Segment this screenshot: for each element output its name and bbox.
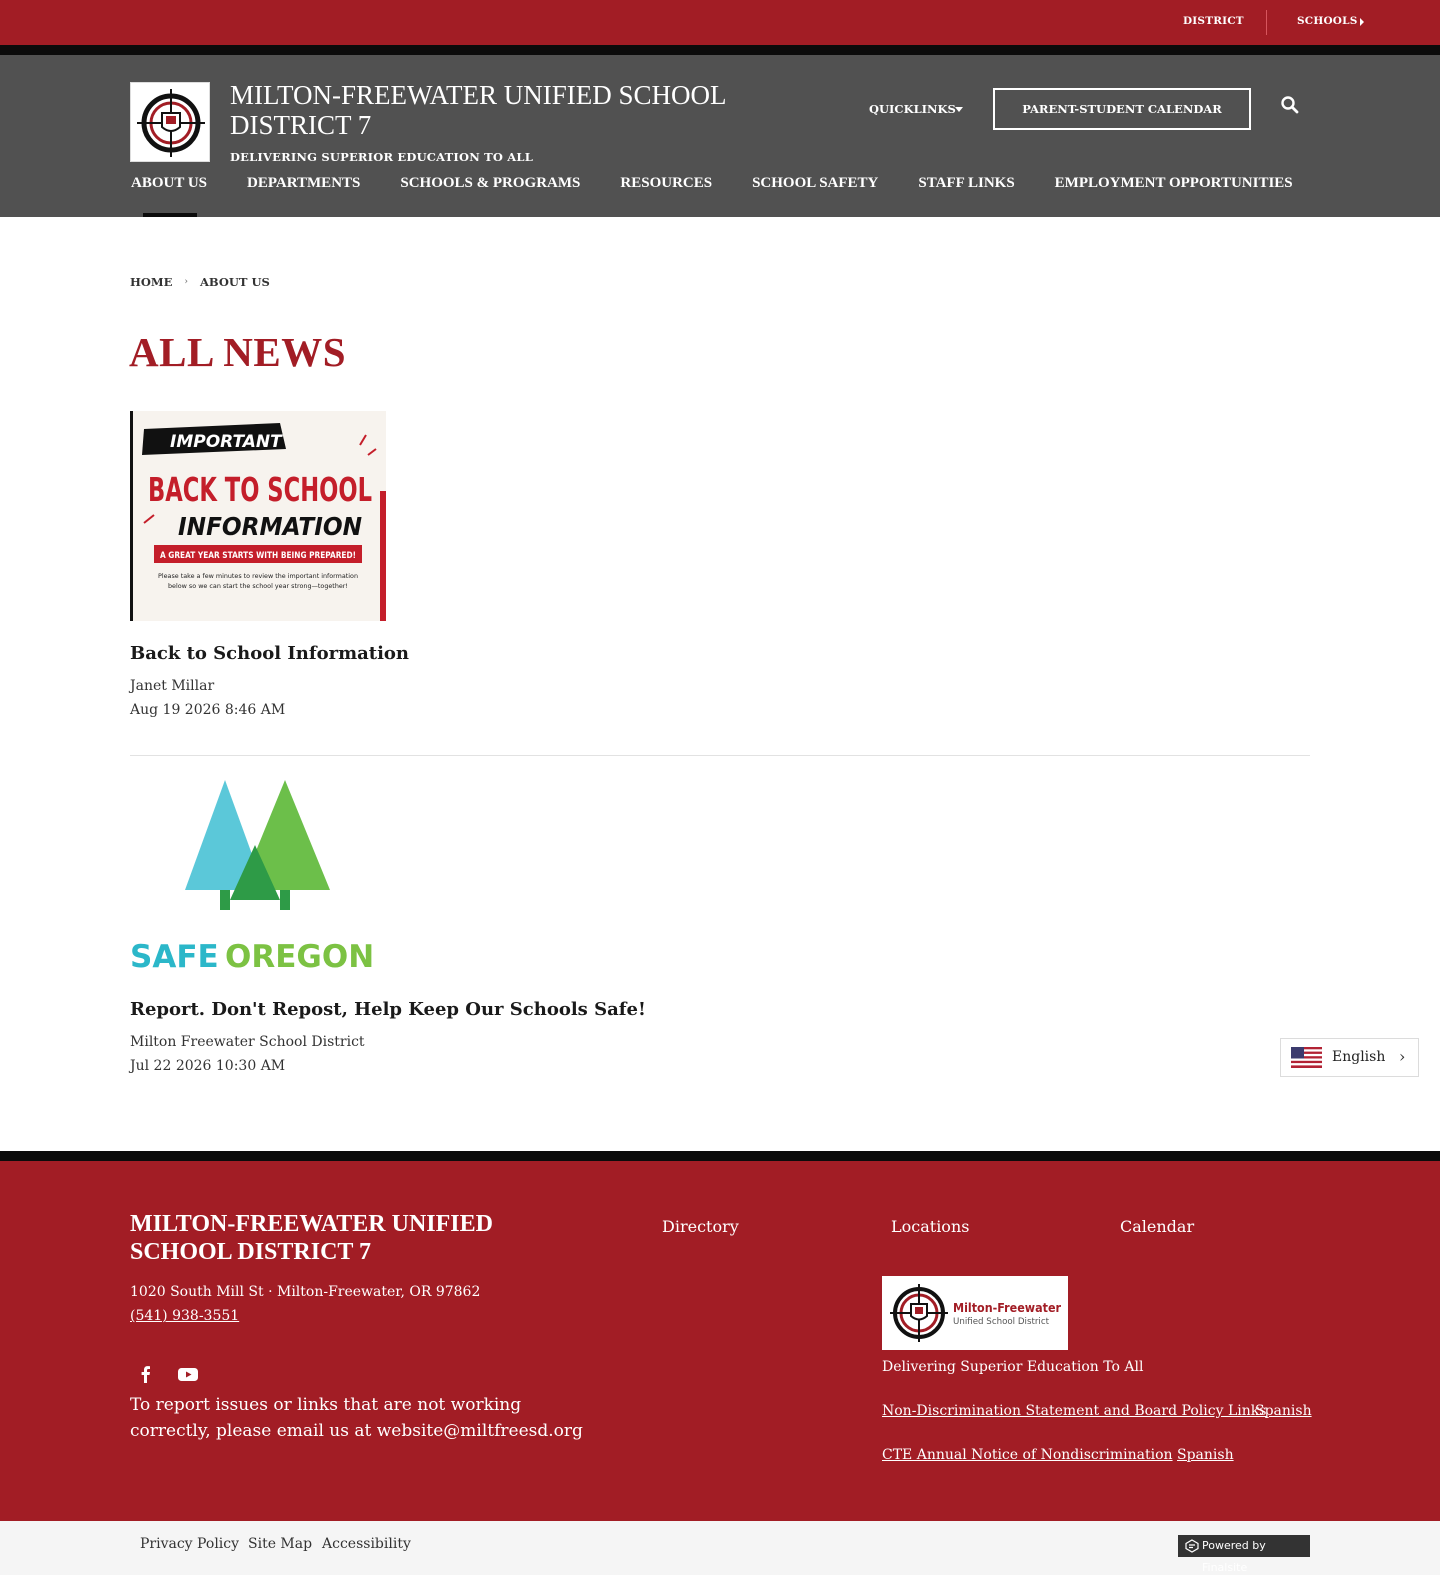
nav-school-safety[interactable]: SCHOOL SAFETY (752, 175, 878, 192)
site-title[interactable]: MILTON-FREEWATER UNIFIED SCHOOL DISTRICT… (230, 80, 790, 140)
powered-by-text: Powered by Finalsite (1202, 1539, 1266, 1574)
schools-link[interactable]: SCHOOLS (1297, 15, 1358, 27)
utility-bar: DISTRICT SCHOOLS (0, 0, 1440, 45)
news-author: Milton Freewater School District (130, 1034, 365, 1050)
page-title: ALL NEWS (129, 329, 347, 375)
image-tag-text: IMPORTANT (170, 432, 283, 452)
footer-calendar-link[interactable]: Calendar (1120, 1217, 1194, 1236)
nav-staff-links[interactable]: STAFF LINKS (918, 175, 1014, 192)
finalsite-icon (1185, 1539, 1199, 1553)
parent-student-calendar-button[interactable]: PARENT-STUDENT CALENDAR (993, 88, 1251, 130)
cte-notice-link[interactable]: CTE Annual Notice of Nondiscrimination (882, 1447, 1173, 1463)
nav-departments[interactable]: DEPARTMENTS (247, 175, 360, 192)
footer-logo-name: Milton-Freewater (953, 1300, 1062, 1315)
utility-divider (1266, 10, 1267, 35)
district-logo[interactable] (130, 82, 210, 162)
image-note-1: Please take a few minutes to review the … (158, 572, 358, 580)
news-date: Aug 19 2026 8:46 AM (130, 702, 286, 718)
footer-title: MILTON-FREEWATER UNIFIED SCHOOL DISTRICT… (130, 1211, 493, 1265)
us-flag-icon (1291, 1047, 1322, 1068)
news-title[interactable]: Report. Don't Repost, Help Keep Our Scho… (130, 999, 646, 1020)
nav-about-us[interactable]: ABOUT US (131, 175, 207, 192)
quicklinks-dropdown[interactable]: QUICKLINKS (869, 102, 956, 116)
youtube-icon[interactable] (177, 1364, 199, 1384)
news-meta: Milton Freewater School District Jul 22 … (130, 1030, 365, 1078)
footer-directory-link[interactable]: Directory (662, 1217, 739, 1236)
district-link[interactable]: DISTRICT (1183, 15, 1244, 27)
news-divider (130, 755, 1310, 756)
header-accent-bar (0, 45, 1440, 55)
main-nav: ABOUT US DEPARTMENTS SCHOOLS & PROGRAMS … (131, 175, 1333, 192)
news-date: Jul 22 2026 10:30 AM (130, 1058, 286, 1074)
news-thumbnail-back-to-school[interactable]: IMPORTANT BACK TO SCHOOL INFORMATION A G… (130, 411, 386, 621)
chevron-down-icon (955, 107, 963, 112)
news-author: Janet Millar (130, 678, 215, 694)
site-tagline: DELIVERING SUPERIOR EDUCATION TO ALL (230, 150, 533, 164)
chevron-right-icon: › (184, 277, 188, 287)
image-banner-text: A GREAT YEAR STARTS WITH BEING PREPARED! (160, 551, 356, 561)
breadcrumb-home[interactable]: HOME (130, 275, 172, 289)
nav-employment-opportunities[interactable]: EMPLOYMENT OPPORTUNITIES (1055, 175, 1293, 192)
footer-accent-bar (0, 1151, 1440, 1161)
footer-tagline: Delivering Superior Education To All (882, 1359, 1144, 1375)
search-icon[interactable] (1280, 95, 1300, 115)
footer-phone-link[interactable]: (541) 938-3551 (130, 1308, 239, 1324)
news-title[interactable]: Back to School Information (130, 643, 409, 664)
footer-address: 1020 South Mill St · Milton-Freewater, O… (130, 1284, 481, 1300)
image-note-2: below so we can start the school year st… (168, 582, 348, 590)
cte-notice-spanish-link[interactable]: Spanish (1177, 1447, 1234, 1463)
footer-report-text: To report issues or links that are not w… (130, 1395, 583, 1441)
active-nav-indicator (143, 213, 197, 217)
language-selector[interactable]: English › (1280, 1038, 1419, 1077)
breadcrumb-current[interactable]: ABOUT US (200, 275, 270, 289)
crest-icon (137, 89, 205, 157)
nav-schools-programs[interactable]: SCHOOLS & PROGRAMS (400, 175, 580, 192)
footer-logo[interactable]: Milton-Freewater Unified School District (882, 1276, 1068, 1350)
privacy-policy-link[interactable]: Privacy Policy (140, 1536, 239, 1552)
nav-resources[interactable]: RESOURCES (620, 175, 712, 192)
site-footer: MILTON-FREEWATER UNIFIED SCHOOL DISTRICT… (0, 1161, 1440, 1521)
news-meta: Janet Millar Aug 19 2026 8:46 AM (130, 674, 285, 722)
nondiscrimination-link[interactable]: Non-Discrimination Statement and Board P… (882, 1403, 1266, 1419)
powered-by-badge[interactable]: Powered by Finalsite (1178, 1535, 1310, 1574)
bottom-bar: Privacy Policy Site Map Accessibility Po… (0, 1521, 1440, 1575)
nondiscrimination-spanish-link[interactable]: Spanish (1255, 1403, 1312, 1419)
site-header: MILTON-FREEWATER UNIFIED SCHOOL DISTRICT… (0, 55, 1440, 217)
footer-logo-sub: Unified School District (953, 1317, 1049, 1327)
breadcrumb: HOME › ABOUT US (130, 275, 270, 289)
footer-locations-link[interactable]: Locations (891, 1217, 969, 1236)
image-headline-1: BACK TO SCHOOL (148, 470, 372, 509)
language-label: English (1332, 1049, 1386, 1065)
site-map-link[interactable]: Site Map (248, 1536, 312, 1552)
facebook-icon[interactable] (136, 1364, 156, 1384)
brand-oregon-text: OREGON (225, 939, 374, 975)
brand-safe-text: SAFE (130, 939, 219, 975)
image-headline-2: INFORMATION (178, 512, 362, 541)
chevron-right-icon: › (1399, 1047, 1406, 1066)
news-thumbnail-safeoregon[interactable]: SAFE OREGON (130, 775, 386, 975)
accessibility-link[interactable]: Accessibility (322, 1536, 411, 1552)
caret-right-icon (1360, 18, 1364, 26)
